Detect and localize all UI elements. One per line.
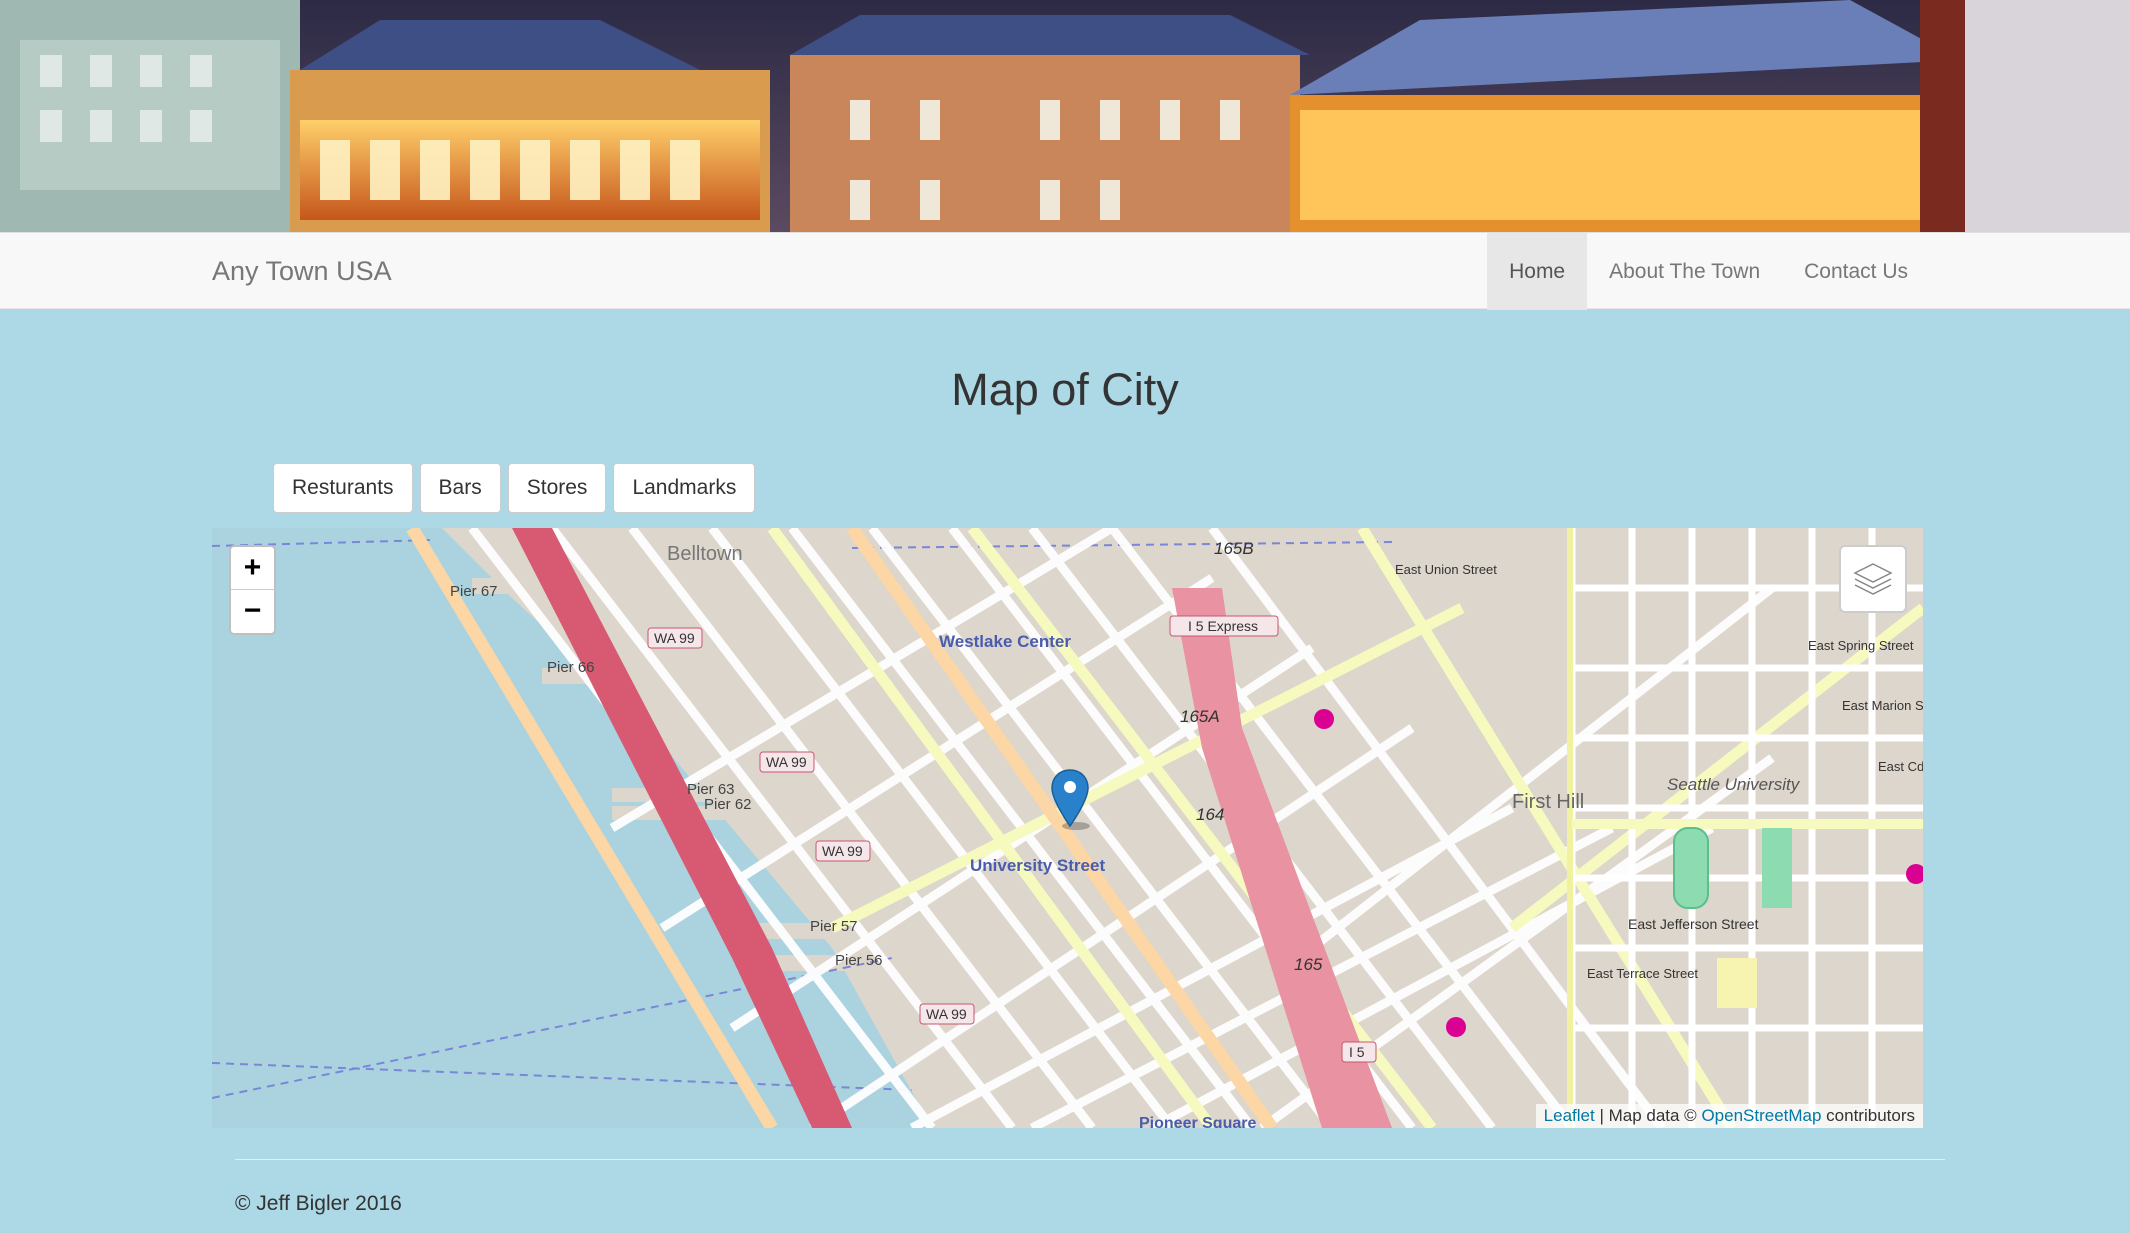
layers-icon: [1853, 563, 1893, 595]
site-brand[interactable]: Any Town USA: [212, 233, 392, 310]
page-title: Map of City: [951, 364, 1179, 415]
attribution-suffix: contributors: [1821, 1106, 1915, 1125]
footer-divider: [235, 1159, 1945, 1160]
nav-item-home[interactable]: Home: [1487, 233, 1588, 310]
nav-item-contact[interactable]: Contact Us: [1782, 233, 1930, 310]
filter-restaurants-button[interactable]: Resturants: [273, 463, 413, 513]
map-pin-icon: [1051, 769, 1090, 830]
nav-menu: Home About The Town Contact Us: [1487, 233, 2130, 310]
zoom-control: + −: [229, 545, 276, 635]
map-pin-marker[interactable]: [1050, 768, 1090, 835]
footer-copyright: © Jeff Bigler 2016: [235, 1192, 402, 1215]
zoom-in-button[interactable]: +: [231, 547, 274, 590]
city-map[interactable]: Belltown Westlake Center University Stre…: [212, 528, 1923, 1128]
layers-control-button[interactable]: [1839, 545, 1907, 613]
attribution-text: | Map data ©: [1594, 1106, 1702, 1125]
map-attribution: Leaflet | Map data © OpenStreetMap contr…: [1535, 1104, 1923, 1128]
header-banner-image: [0, 0, 2130, 232]
nav-item-about[interactable]: About The Town: [1587, 233, 1782, 310]
zoom-out-button[interactable]: −: [231, 590, 274, 633]
leaflet-link[interactable]: Leaflet: [1544, 1106, 1595, 1125]
filter-landmarks-button[interactable]: Landmarks: [613, 463, 756, 513]
filter-stores-button[interactable]: Stores: [507, 463, 607, 513]
navbar: Any Town USA Home About The Town Contact…: [0, 232, 2130, 310]
filter-bars-button[interactable]: Bars: [419, 463, 501, 513]
filter-button-group: Resturants Bars Stores Landmarks: [273, 463, 756, 513]
openstreetmap-link[interactable]: OpenStreetMap: [1701, 1106, 1821, 1125]
